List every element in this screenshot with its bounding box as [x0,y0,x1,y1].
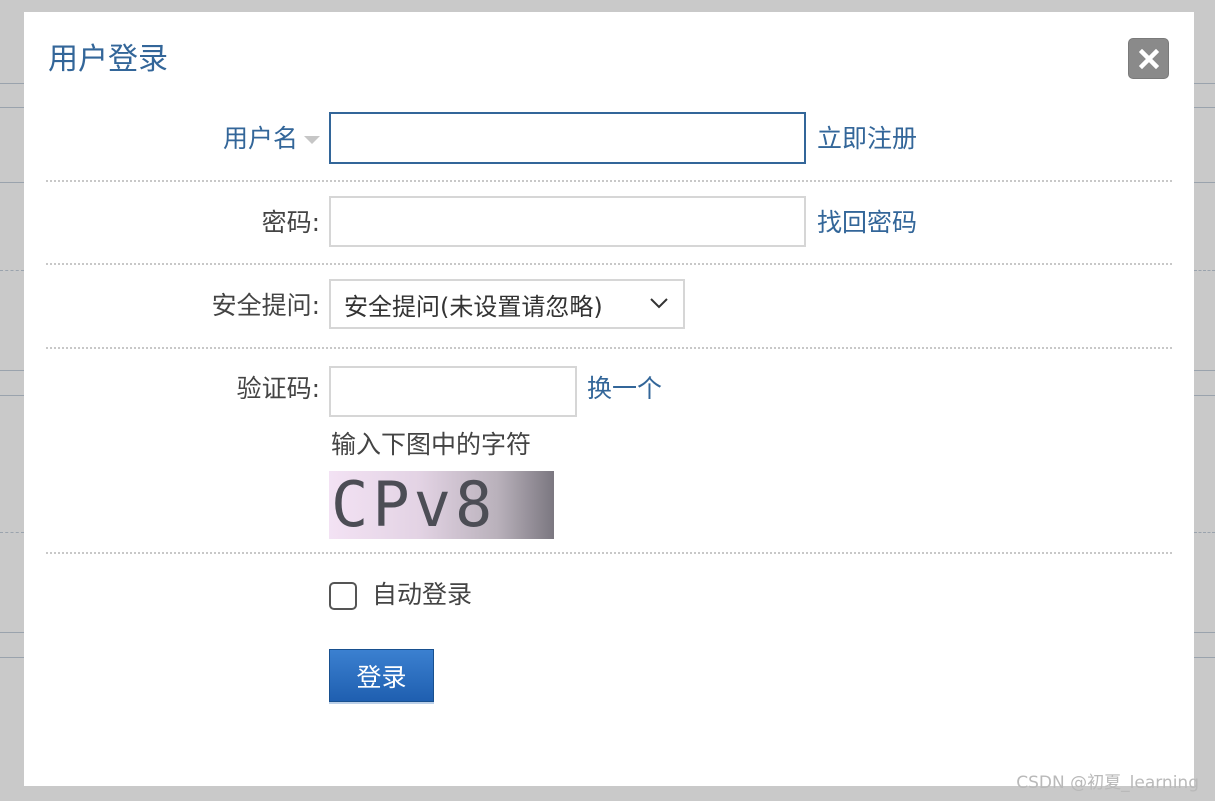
username-input[interactable] [329,112,806,164]
login-dialog: 用户登录 用户名 立即注册 密码: 找回密码 安全提问: 安全提问(未设置请忽略… [24,12,1194,786]
background-line [1194,107,1215,108]
security-question-select[interactable]: 安全提问(未设置请忽略) [329,279,685,329]
register-link[interactable]: 立即注册 [817,123,917,155]
background-line [1194,83,1215,84]
password-input[interactable] [329,196,806,247]
row-separator [46,347,1172,349]
username-label-text: 用户名 [222,124,298,153]
background-line [1194,657,1215,658]
watermark: CSDN @初夏_learning [1016,773,1199,793]
captcha-hint: 输入下图中的字符 [331,430,532,459]
security-question-selected: 安全提问(未设置请忽略) [344,292,603,321]
background-line [1194,632,1215,633]
dialog-title: 用户登录 [48,42,168,77]
forgot-password-link[interactable]: 找回密码 [817,207,917,239]
auto-login-label[interactable]: 自动登录 [372,579,472,611]
background-line [0,632,24,633]
captcha-label: 验证码: [236,374,320,403]
background-line [1194,370,1215,371]
captcha-refresh-link[interactable]: 换一个 [587,373,662,405]
background-line [0,370,24,371]
background-line [0,182,24,183]
row-separator [46,180,1172,182]
caret-down-icon [304,136,320,144]
background-line [0,107,24,108]
captcha-image-text: CPv8 [331,471,497,539]
security-question-label: 安全提问: [211,291,320,320]
login-button[interactable]: 登录 [329,649,434,702]
username-label[interactable]: 用户名 [223,123,320,155]
background-line [0,657,24,658]
background-line [1194,395,1215,396]
background-line [0,395,24,396]
chevron-down-icon [650,298,668,309]
row-separator [46,263,1172,265]
captcha-image[interactable]: CPv8 [329,471,554,539]
background-line [1194,532,1215,533]
background-line [0,83,24,84]
row-separator [46,552,1172,554]
background-line [0,270,24,271]
close-icon [1138,48,1159,69]
auto-login-checkbox[interactable] [329,582,357,610]
background-line [1194,270,1215,271]
close-button[interactable] [1128,38,1169,79]
password-label: 密码: [261,208,320,237]
background-line [1194,182,1215,183]
captcha-input[interactable] [329,366,577,417]
background-line [0,532,24,533]
